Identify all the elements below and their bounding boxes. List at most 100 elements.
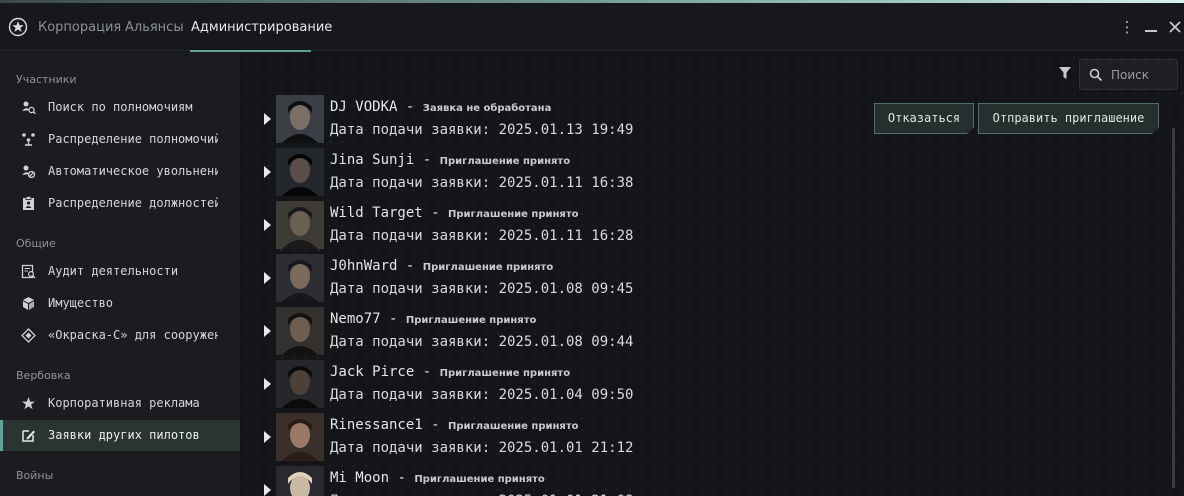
avatar[interactable] <box>276 201 324 249</box>
sidebar-item-corp-ads[interactable]: Корпоративная реклама <box>0 388 240 419</box>
pilot-name: Nemo77 <box>330 311 381 327</box>
separator: - <box>414 152 440 168</box>
pilot-name-line: Mi Moon - Приглашение принято <box>330 470 545 486</box>
sidebar-item-label: «Окраска-С» для сооружен <box>48 328 218 342</box>
application-status: Заявка не обработана <box>422 103 552 114</box>
application-row[interactable]: Jack Pirce - Приглашение принято Дата под… <box>260 359 1140 412</box>
sidebar-item-auto-dismiss[interactable]: Автоматическое увольнени <box>0 156 240 187</box>
avatar[interactable] <box>276 466 324 496</box>
application-row[interactable]: Nemo77 - Приглашение принято Дата подачи … <box>260 306 1140 359</box>
sidebar: Участники Поиск по полномочиям Распредел… <box>0 52 240 496</box>
search-icon <box>1089 68 1103 82</box>
sidebar-section-general: Общие <box>16 237 56 250</box>
separator: - <box>389 470 415 486</box>
expand-arrow-icon[interactable] <box>264 431 271 443</box>
expand-arrow-icon[interactable] <box>264 378 271 390</box>
close-icon[interactable] <box>1167 18 1183 36</box>
decline-button[interactable]: Отказаться <box>874 103 974 134</box>
application-date: Дата подачи заявки: 2025.01.11 16:28 <box>330 228 634 244</box>
cube-icon <box>23 297 34 310</box>
application-status: Приглашение принято <box>414 474 545 485</box>
pilot-name: Jack Pirce <box>330 364 415 380</box>
window-header: Корпорация Альянсы Администрирование ⋮ <box>0 3 1184 52</box>
tab-corporation[interactable]: Корпорация <box>38 20 121 35</box>
pilot-name: J0hnWard <box>330 258 398 274</box>
application-date: Дата подачи заявки: 2025.01.13 19:49 <box>330 122 634 138</box>
pilot-name: Wild Target <box>330 205 423 221</box>
expand-arrow-icon[interactable] <box>264 113 271 125</box>
application-row[interactable]: Mi Moon - Приглашение принятоДата подачи… <box>260 465 1140 496</box>
avatar[interactable] <box>276 95 324 143</box>
application-date: Дата подачи заявки: 2025.01.08 09:45 <box>330 281 634 297</box>
search-input[interactable]: Поиск <box>1079 59 1178 90</box>
star-icon <box>22 397 35 410</box>
clipboard-icon <box>23 196 34 210</box>
diamond-icon <box>21 328 36 343</box>
sidebar-section-wars: Войны <box>16 469 54 482</box>
separator: - <box>397 99 423 115</box>
expand-arrow-icon[interactable] <box>264 272 271 284</box>
sidebar-item-label: Заявки других пилотов <box>48 428 200 442</box>
application-status: Приглашение принято <box>405 315 537 326</box>
more-icon[interactable]: ⋮ <box>1119 18 1135 36</box>
pilot-name: Jina Sunji <box>330 152 415 168</box>
sidebar-section-recruitment: Вербовка <box>16 369 71 382</box>
minimize-icon[interactable] <box>1143 18 1159 36</box>
application-status: Приглашение принято <box>448 421 579 432</box>
avatar[interactable] <box>276 148 324 196</box>
application-row[interactable]: Jina Sunji - Приглашение принято Дата под… <box>260 147 1140 200</box>
application-date: Дата подачи заявки: 2025.01.01 21:12 <box>330 440 634 456</box>
expand-arrow-icon[interactable] <box>264 166 271 178</box>
sidebar-item-role-distribution[interactable]: Распределение полномочий <box>0 124 240 155</box>
pilot-name-line: J0hnWard - Приглашение принято <box>330 258 553 274</box>
auto-dismiss-icon <box>22 165 36 179</box>
audit-icon <box>21 264 36 279</box>
separator: - <box>422 417 449 433</box>
avatar[interactable] <box>276 307 324 355</box>
application-row[interactable]: Wild Target - Приглашение принято Дата по… <box>260 200 1140 253</box>
sidebar-item-activity-audit[interactable]: Аудит деятельности <box>0 256 240 287</box>
search-placeholder: Поиск <box>1111 68 1150 82</box>
separator: - <box>397 258 423 274</box>
sidebar-item-skins-structures[interactable]: «Окраска-С» для сооружен <box>0 320 240 351</box>
hierarchy-icon <box>22 133 35 146</box>
sidebar-item-role-search[interactable]: Поиск по полномочиям <box>0 92 240 123</box>
sidebar-item-label: Поиск по полномочиям <box>48 100 193 114</box>
application-status: Приглашение принято <box>439 368 571 379</box>
avatar[interactable] <box>276 413 324 461</box>
avatar[interactable] <box>276 254 324 302</box>
pilot-name-line: Wild Target - Приглашение принято <box>330 205 579 221</box>
sidebar-item-assets[interactable]: Имущество <box>0 288 240 319</box>
separator: - <box>380 311 406 327</box>
pilot-name: DJ VODKA <box>330 99 398 115</box>
pilot-name-line: Jack Pirce - Приглашение принято <box>330 364 570 380</box>
pilot-name-line: DJ VODKA - Заявка не обработана <box>330 99 551 115</box>
expand-arrow-icon[interactable] <box>264 484 271 496</box>
scrollbar[interactable] <box>1172 128 1175 488</box>
separator: - <box>422 205 449 221</box>
sidebar-item-label: Корпоративная реклама <box>48 396 200 410</box>
sidebar-item-title-distribution[interactable]: Распределение должностей <box>0 188 240 219</box>
tab-alliances[interactable]: Альянсы <box>125 20 184 35</box>
avatar[interactable] <box>276 360 324 408</box>
sidebar-item-pilot-applications[interactable]: Заявки других пилотов <box>0 420 240 451</box>
pilot-name-line: Rinessance1 - Приглашение принято <box>330 417 579 433</box>
corporation-logo-icon <box>8 17 28 37</box>
send-invitation-button[interactable]: Отправить приглашение <box>978 103 1159 134</box>
tab-administration[interactable]: Администрирование <box>191 20 332 35</box>
application-date: Дата подачи заявки: 2025.01.08 09:44 <box>330 334 634 350</box>
application-date: Дата подачи заявки: 2025.01.11 16:38 <box>330 175 634 191</box>
sidebar-item-label: Распределение должностей <box>48 196 218 210</box>
sidebar-section-members: Участники <box>16 73 77 86</box>
expand-arrow-icon[interactable] <box>264 219 271 231</box>
filter-icon[interactable] <box>1058 66 1072 80</box>
pilot-name-line: Jina Sunji - Приглашение принято <box>330 152 570 168</box>
application-date: Дата подачи заявки: 2025.01.04 09:50 <box>330 387 634 403</box>
search-person-icon <box>22 101 36 115</box>
expand-arrow-icon[interactable] <box>264 325 271 337</box>
pilot-name: Rinessance1 <box>330 417 423 433</box>
application-row[interactable]: Rinessance1 - Приглашение принято Дата по… <box>260 412 1140 465</box>
application-row[interactable]: J0hnWard - Приглашение принято Дата подач… <box>260 253 1140 306</box>
sidebar-item-label: Имущество <box>48 296 114 310</box>
application-status: Приглашение принято <box>448 209 579 220</box>
